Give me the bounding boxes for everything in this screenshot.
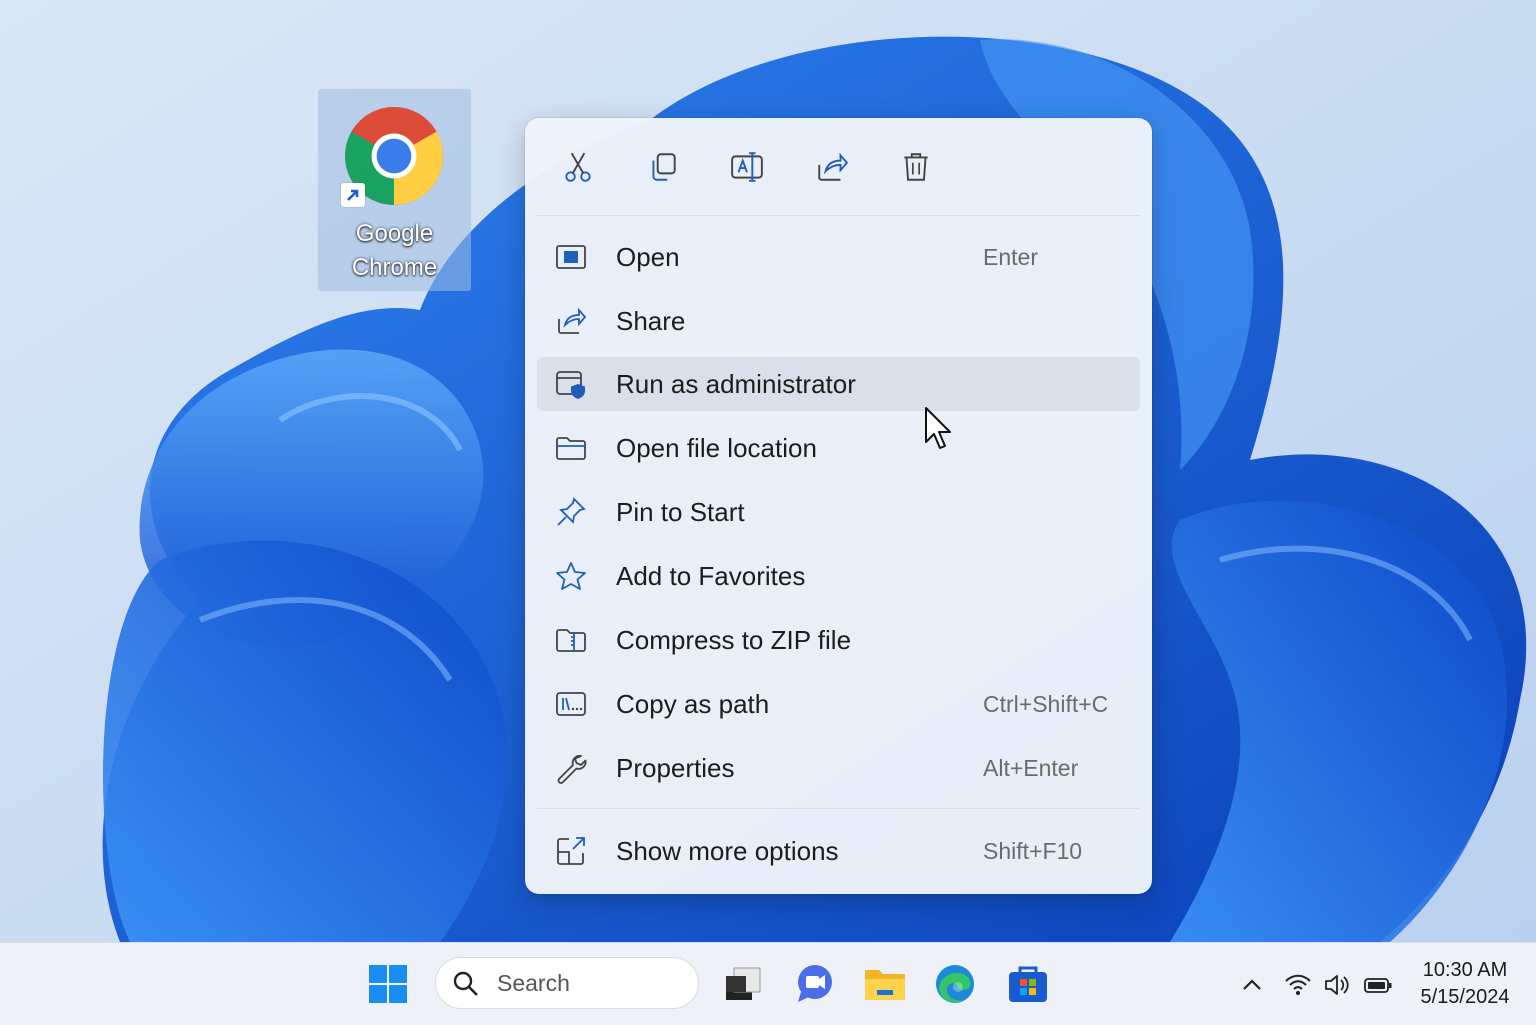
search-icon xyxy=(453,971,478,996)
wrench-icon xyxy=(557,755,587,784)
desktop-shortcut-chrome[interactable]: Google Chrome xyxy=(318,89,471,291)
delete-icon xyxy=(904,153,928,181)
menu-item-run-as-administrator[interactable]: Run as administrator xyxy=(537,357,1140,411)
menu-item-label: Compress to ZIP file xyxy=(616,625,852,655)
volume-icon xyxy=(1325,975,1349,995)
menu-item-shortcut: Shift+F10 xyxy=(983,838,1083,864)
rename-icon xyxy=(731,152,763,182)
star-icon xyxy=(556,562,586,590)
start-icon xyxy=(369,965,407,1003)
share-button[interactable] xyxy=(809,144,855,190)
mouse-cursor-icon xyxy=(924,406,954,454)
menu-item-pin-to-start[interactable]: Pin to Start xyxy=(537,485,1140,539)
store-icon xyxy=(1009,966,1047,1002)
show-hidden-icons-button[interactable] xyxy=(1238,971,1266,999)
battery-icon xyxy=(1364,978,1392,993)
menu-item-copy-as-path[interactable]: Copy as path Ctrl+Shift+C xyxy=(537,677,1140,731)
menu-item-shortcut: Ctrl+Shift+C xyxy=(983,691,1109,717)
volume-button[interactable] xyxy=(1323,971,1351,999)
task-view-icon xyxy=(726,967,761,1000)
wifi-icon xyxy=(1285,974,1311,995)
copy-path-icon xyxy=(556,692,586,716)
clock-date: 5/15/2024 xyxy=(1420,986,1510,1008)
menu-item-shortcut: Alt+Enter xyxy=(983,755,1079,781)
share-icon xyxy=(818,152,849,181)
admin-shield-icon xyxy=(556,371,585,399)
menu-item-label: Open file location xyxy=(616,433,817,463)
toolbar-divider xyxy=(537,215,1140,216)
taskbar: Search 10:30 AM 5/15/2024 xyxy=(0,942,1536,1025)
menu-item-open[interactable]: Open Enter xyxy=(537,230,1140,284)
menu-item-label: Share xyxy=(616,306,686,336)
battery-button[interactable] xyxy=(1364,971,1392,999)
more-options-divider xyxy=(537,808,1140,809)
menu-item-label: Properties xyxy=(616,753,735,783)
menu-item-properties[interactable]: Properties Alt+Enter xyxy=(537,741,1140,795)
taskbar-clock[interactable]: 10:30 AM 5/15/2024 xyxy=(1405,957,1525,1011)
menu-item-label: Open xyxy=(616,242,680,272)
shortcut-arrow-icon xyxy=(341,183,365,207)
share-icon xyxy=(558,307,587,334)
menu-item-open-file-location[interactable]: Open file location xyxy=(537,421,1140,475)
menu-item-show-more-options[interactable]: Show more options Shift+F10 xyxy=(537,824,1140,878)
start-button[interactable] xyxy=(366,962,410,1006)
clock-time: 10:30 AM xyxy=(1422,959,1508,981)
menu-item-label: Pin to Start xyxy=(616,497,745,527)
search-placeholder: Search xyxy=(497,970,570,996)
menu-item-share[interactable]: Share xyxy=(537,294,1140,348)
zip-folder-icon xyxy=(556,629,586,652)
pin-icon xyxy=(557,497,586,526)
chevron-up-icon xyxy=(1243,979,1261,990)
menu-item-label: Show more options xyxy=(616,836,839,866)
cut-button[interactable] xyxy=(555,144,601,190)
cut-icon xyxy=(565,152,591,182)
desktop-icon-label: Google Chrome xyxy=(351,220,438,281)
folder-icon xyxy=(556,437,586,460)
open-window-icon xyxy=(556,245,586,269)
edge-icon xyxy=(936,965,974,1003)
menu-item-label: Copy as path xyxy=(616,689,770,719)
menu-item-label: Add to Favorites xyxy=(616,561,806,591)
context-menu-toolbar xyxy=(525,118,1152,216)
delete-button[interactable] xyxy=(893,144,939,190)
teams-chat-icon xyxy=(798,965,832,1002)
file-explorer-icon xyxy=(865,970,905,1000)
microsoft-store-button[interactable] xyxy=(1006,962,1050,1006)
menu-item-shortcut: Enter xyxy=(983,244,1038,270)
context-menu: Open Enter Share Run as administrator Op… xyxy=(525,118,1152,894)
taskbar-search-box[interactable]: Search xyxy=(435,957,699,1009)
copy-button[interactable] xyxy=(640,144,686,190)
task-view-button[interactable] xyxy=(720,962,764,1006)
teams-chat-button[interactable] xyxy=(793,962,837,1006)
edge-browser-button[interactable] xyxy=(933,962,977,1006)
menu-item-label: Run as administrator xyxy=(616,369,856,399)
network-button[interactable] xyxy=(1284,971,1312,999)
expand-icon xyxy=(557,837,585,865)
menu-item-add-to-favorites[interactable]: Add to Favorites xyxy=(537,549,1140,603)
copy-icon xyxy=(652,153,676,181)
file-explorer-button[interactable] xyxy=(863,962,907,1006)
menu-item-compress-to-zip[interactable]: Compress to ZIP file xyxy=(537,613,1140,667)
rename-button[interactable] xyxy=(724,144,770,190)
